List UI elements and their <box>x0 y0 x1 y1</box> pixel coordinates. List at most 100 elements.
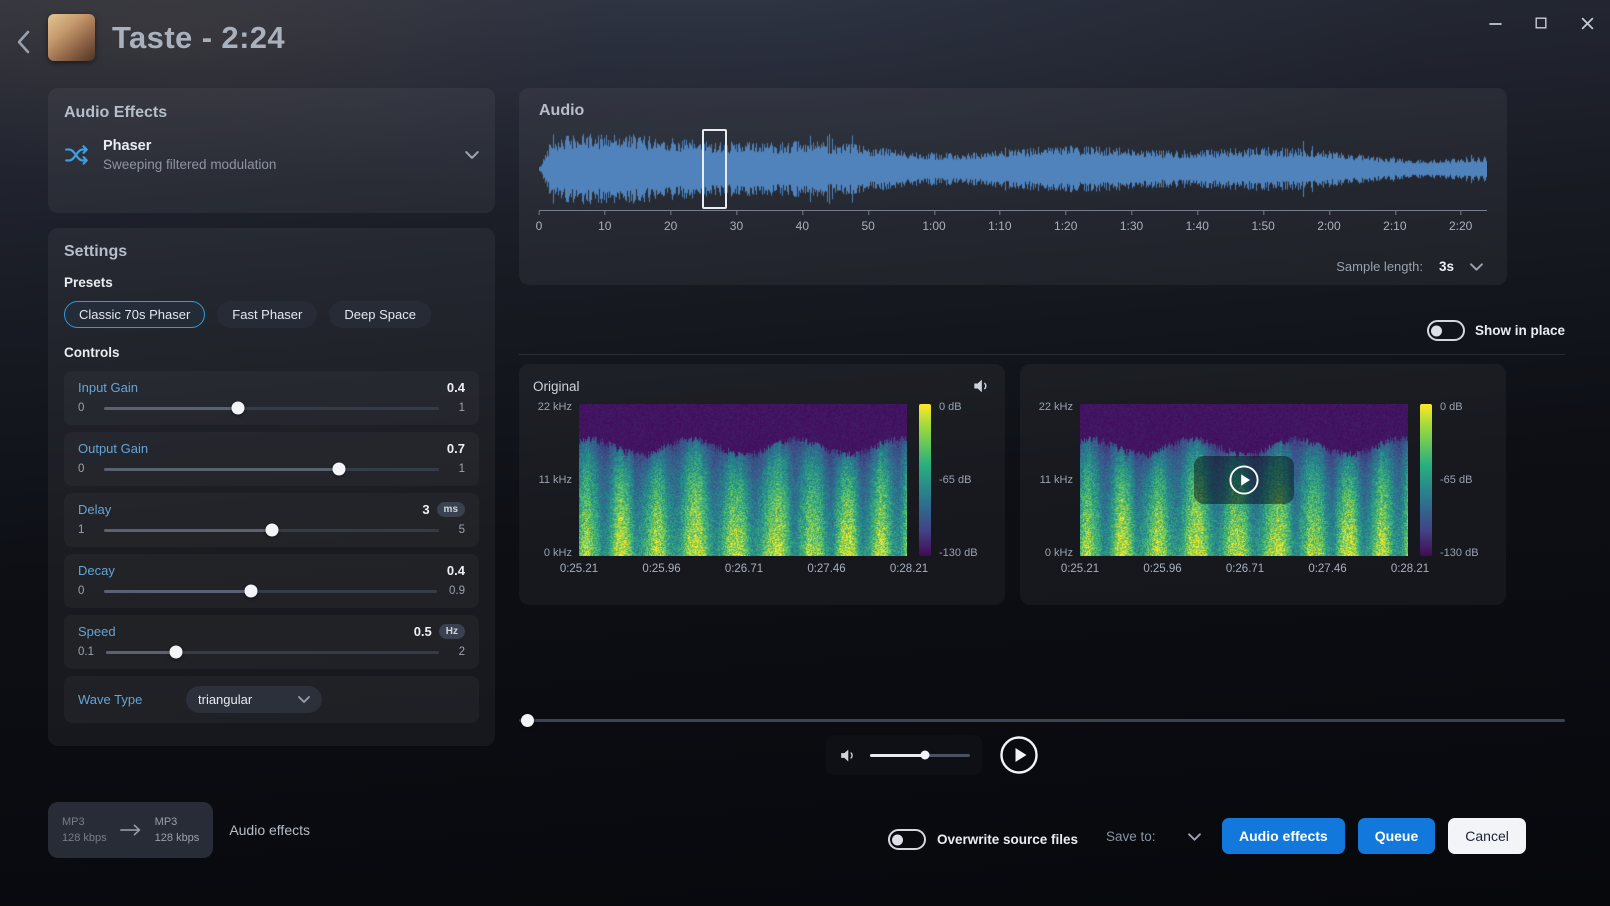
arrow-right-icon <box>120 824 142 836</box>
play-button[interactable] <box>999 735 1039 775</box>
spectrogram-time-axis: 0:25.21 0:25.96 0:26.71 0:27.46 0:28.21 <box>579 563 909 583</box>
slider-label: Input Gain <box>78 380 447 395</box>
sample-length-select[interactable]: 3s <box>1439 259 1483 274</box>
slider-track[interactable] <box>104 407 439 410</box>
slider-value: 0.4 <box>447 380 465 395</box>
target-format: MP3 <box>155 815 200 829</box>
slider-track[interactable] <box>104 590 437 593</box>
volume-knob[interactable] <box>921 751 930 760</box>
progress-knob[interactable] <box>521 714 534 727</box>
time-tick: 2:00 <box>1317 219 1340 233</box>
chevron-down-icon[interactable] <box>1188 833 1201 841</box>
slider-label: Delay <box>78 502 422 517</box>
frequency-axis: 22 kHz 11 kHz 0 kHz <box>1034 404 1080 556</box>
time-tick: 40 <box>796 219 809 233</box>
frequency-axis: 22 kHz 11 kHz 0 kHz <box>533 404 579 556</box>
slider-knob[interactable] <box>232 402 245 415</box>
queue-button[interactable]: Queue <box>1358 818 1436 854</box>
playback-progress-slider[interactable] <box>519 712 1565 728</box>
speaker-icon[interactable] <box>838 746 857 765</box>
slider-row-output-gain: Output Gain 0.7 0 1 <box>64 432 479 486</box>
db-axis: 0 dB -65 dB -130 dB <box>939 404 991 556</box>
settings-title: Settings <box>64 243 479 261</box>
time-tick: 2:10 <box>1383 219 1406 233</box>
slider-max: 0.9 <box>449 585 465 597</box>
settings-panel: Settings Presets Classic 70s Phaser Fast… <box>48 228 495 746</box>
wave-type-row: Wave Type triangular <box>64 676 479 723</box>
slider-value: 0.7 <box>447 441 465 456</box>
phaser-shuffle-icon <box>64 142 90 168</box>
window-controls <box>1488 16 1594 30</box>
back-button[interactable] <box>10 26 36 58</box>
presets-label: Presets <box>64 275 479 290</box>
overwrite-label: Overwrite source files <box>937 832 1078 847</box>
preset-button-classic-70s-phaser[interactable]: Classic 70s Phaser <box>64 301 205 328</box>
preset-button-deep-space[interactable]: Deep Space <box>329 301 431 328</box>
slider-label: Decay <box>78 563 447 578</box>
save-to-label: Save to: <box>1106 829 1156 844</box>
spectrogram-original-canvas <box>579 404 907 556</box>
time-tick: 30 <box>730 219 743 233</box>
volume-slider[interactable] <box>870 754 970 757</box>
wave-type-label: Wave Type <box>78 692 186 707</box>
slider-knob[interactable] <box>244 585 257 598</box>
db-colorbar <box>1420 404 1432 556</box>
db-colorbar <box>919 404 931 556</box>
slider-min: 0.1 <box>78 646 94 658</box>
time-tick: 1:00 <box>922 219 945 233</box>
effect-name: Phaser <box>103 138 465 154</box>
wave-type-select[interactable]: triangular <box>186 686 322 713</box>
slider-track[interactable] <box>104 468 439 471</box>
wave-type-value: triangular <box>198 692 252 707</box>
waveform-time-axis: 0 10 20 30 40 50 1:00 1:10 1:20 1:30 1:4… <box>539 210 1487 245</box>
time-tick: 1:30 <box>1120 219 1143 233</box>
waveform-canvas[interactable] <box>539 132 1487 206</box>
slider-max: 5 <box>451 524 465 536</box>
slider-row-input-gain: Input Gain 0.4 0 1 <box>64 371 479 425</box>
time-tick: 10 <box>598 219 611 233</box>
minimize-button[interactable] <box>1488 16 1502 30</box>
preview-play-button[interactable] <box>1194 456 1294 504</box>
audio-effects-button[interactable]: Audio effects <box>1222 818 1345 854</box>
slider-track[interactable] <box>104 529 439 532</box>
conversion-label: Audio effects <box>229 822 310 838</box>
sample-selection-box[interactable] <box>702 129 727 209</box>
overwrite-toggle[interactable] <box>888 829 926 850</box>
presets-row: Classic 70s Phaser Fast Phaser Deep Spac… <box>64 301 479 328</box>
effect-selector[interactable]: Phaser Sweeping filtered modulation <box>64 138 479 172</box>
slider-label: Output Gain <box>78 441 447 456</box>
source-format: MP3 <box>62 815 107 829</box>
effects-panel-title: Audio Effects <box>64 104 479 122</box>
slider-knob[interactable] <box>265 524 278 537</box>
spectrogram-card-processed: 22 kHz 11 kHz 0 kHz 0 dB -65 <box>1020 364 1506 605</box>
slider-max: 2 <box>451 646 465 658</box>
preset-button-fast-phaser[interactable]: Fast Phaser <box>217 301 317 328</box>
page-title: Taste - 2:24 <box>112 20 285 56</box>
time-tick: 1:10 <box>988 219 1011 233</box>
audio-panel: Audio 0 10 20 30 40 50 1:00 1:10 1:20 1:… <box>519 88 1507 285</box>
close-button[interactable] <box>1580 16 1594 30</box>
show-in-place-row: Show in place <box>519 320 1565 355</box>
save-to-group: Save to: <box>1106 829 1201 844</box>
show-in-place-toggle[interactable] <box>1427 320 1465 341</box>
slider-min: 1 <box>78 524 92 536</box>
effect-description: Sweeping filtered modulation <box>103 157 465 172</box>
slider-track[interactable] <box>106 651 439 654</box>
audio-effects-panel: Audio Effects Phaser Sweeping filtered m… <box>48 88 495 213</box>
show-in-place-label: Show in place <box>1475 323 1565 338</box>
original-label: Original <box>533 379 580 394</box>
audio-panel-title: Audio <box>539 102 1487 120</box>
db-axis: 0 dB -65 dB -130 dB <box>1440 404 1492 556</box>
speaker-icon[interactable] <box>971 376 991 396</box>
slider-value: 0.5 <box>414 624 432 639</box>
time-tick: 1:20 <box>1054 219 1077 233</box>
slider-knob[interactable] <box>332 463 345 476</box>
slider-unit-badge: ms <box>437 502 465 517</box>
maximize-button[interactable] <box>1534 16 1548 30</box>
album-art <box>48 14 95 61</box>
time-tick: 50 <box>861 219 874 233</box>
cancel-button[interactable]: Cancel <box>1448 818 1526 854</box>
app-window: Taste - 2:24 Audio Effects Phaser Sweepi… <box>0 0 1610 906</box>
slider-knob[interactable] <box>169 646 182 659</box>
time-tick: 1:40 <box>1186 219 1209 233</box>
